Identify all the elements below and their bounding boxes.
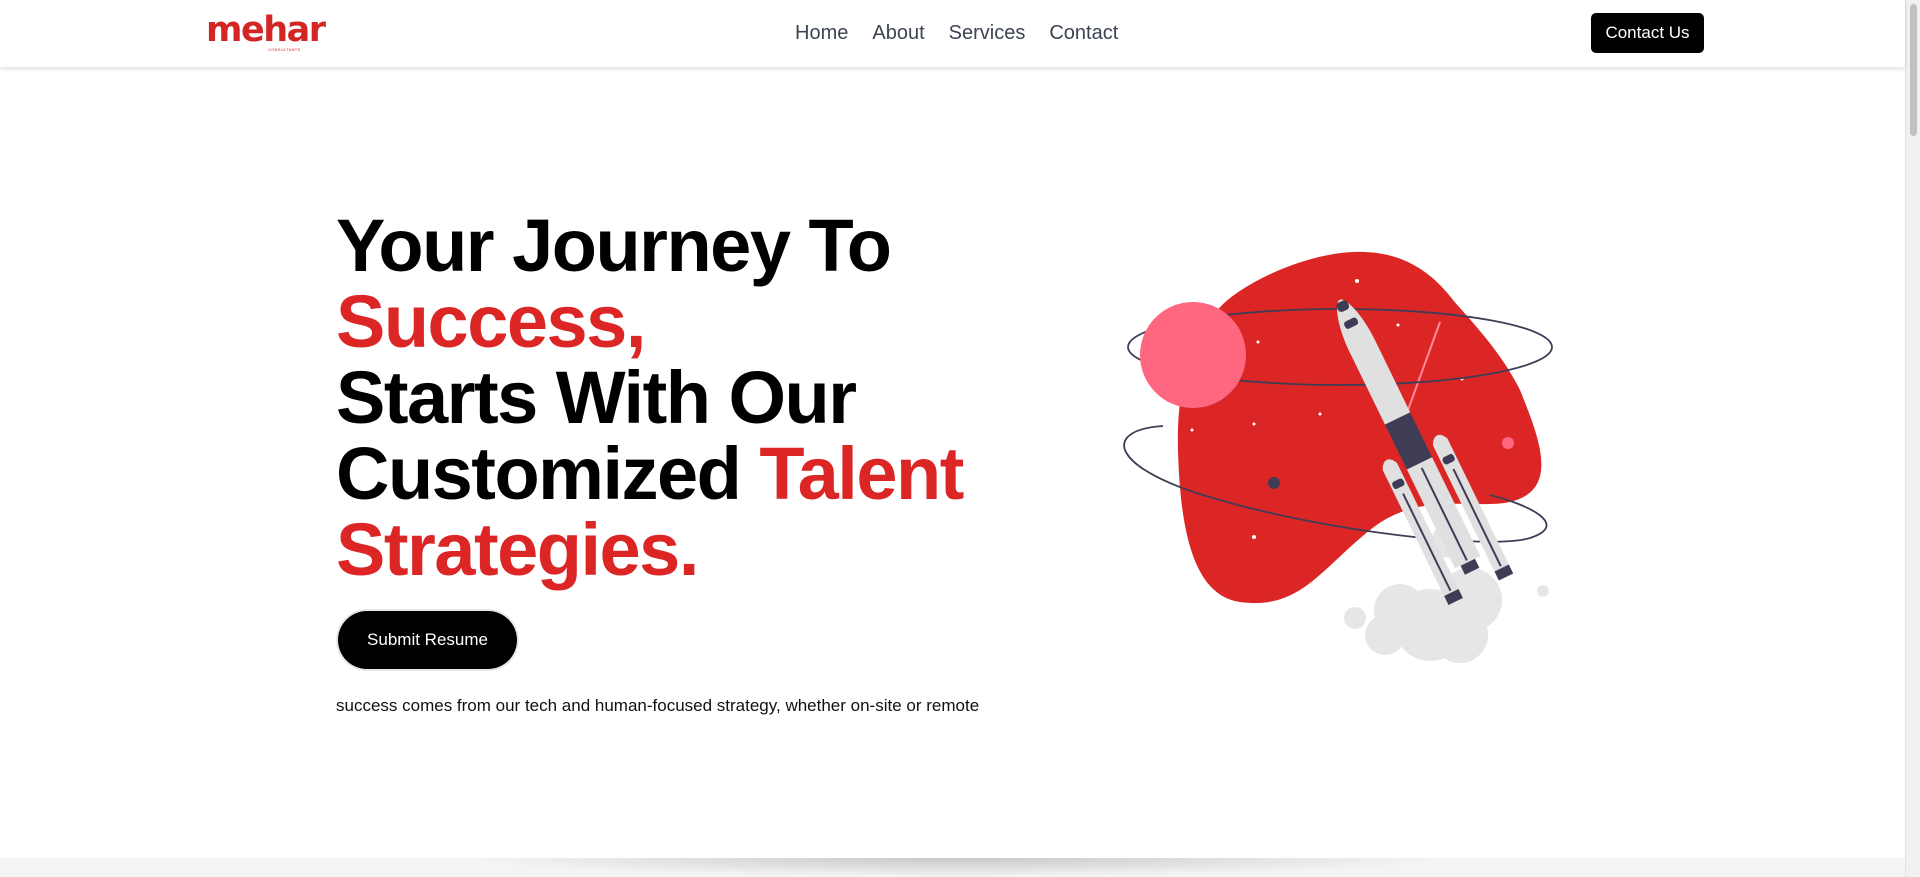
submit-resume-button[interactable]: Submit Resume (338, 611, 517, 669)
hero-title-line-3: Starts With Our (336, 356, 857, 439)
hero-title-talent: Talent (759, 432, 964, 515)
hero-title-customized: Customized (336, 432, 760, 515)
rocket-launch-illustration (1123, 251, 1553, 663)
dark-dot (1268, 477, 1280, 489)
logo-tagline: CONSULTANTS (268, 47, 301, 52)
brand-logo[interactable]: mehar CONSULTANTS (206, 12, 328, 54)
nav-link-services[interactable]: Services (949, 21, 1026, 45)
hero-title-line-2: Success, (336, 280, 646, 363)
navbar: mehar CONSULTANTS Home About Services Co… (0, 0, 1905, 67)
hero-title-line-1: Your Journey To (336, 204, 892, 287)
nav-link-home[interactable]: Home (795, 21, 848, 45)
hero-title-line-5: Strategies. (336, 508, 699, 591)
hero-subtitle: success comes from our tech and human-fo… (336, 696, 980, 715)
hero-title-line-4: Customized Talent (336, 436, 1036, 512)
hero-title: Your Journey To Success, Starts With Our… (336, 208, 1036, 588)
pink-dot (1502, 437, 1514, 449)
scrollbar-thumb[interactable] (1910, 4, 1917, 136)
logo-wordmark: mehar (206, 10, 326, 50)
planet-icon (1140, 302, 1246, 408)
nav-link-about[interactable]: About (872, 21, 924, 45)
nav-link-contact[interactable]: Contact (1049, 21, 1118, 45)
main-nav: Home About Services Contact (795, 21, 1118, 45)
contact-us-button[interactable]: Contact Us (1591, 13, 1704, 53)
page-scrollbar[interactable] (1905, 0, 1920, 877)
next-section-card-shadow (460, 858, 1450, 877)
